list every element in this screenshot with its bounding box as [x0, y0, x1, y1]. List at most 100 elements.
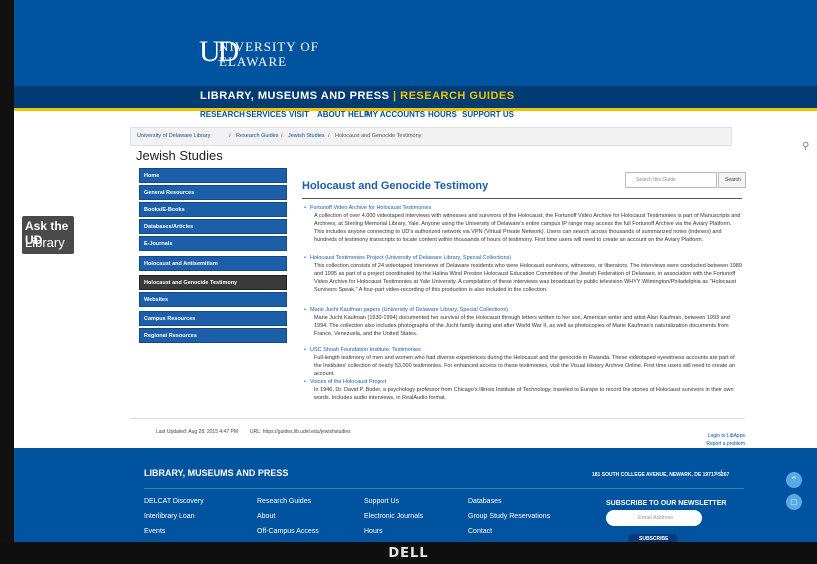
sidebar-item-ejournals[interactable]: E-Journals	[139, 236, 287, 251]
resource-link[interactable]: USC Shoah Foundation Institute: Testimon…	[310, 346, 742, 354]
logo-line1: NIVERSITY OF	[219, 39, 319, 54]
resource-entry: • USC Shoah Foundation Institute: Testim…	[304, 346, 742, 378]
search-icon[interactable]: ⚲	[802, 141, 811, 152]
bullet: •	[304, 255, 306, 261]
footer-link[interactable]: Electronic Journals	[364, 513, 423, 520]
resource-link[interactable]: Voices of the Holocaust Project	[310, 378, 742, 386]
sidebar-item-websites[interactable]: Websites	[139, 292, 287, 307]
footer-link[interactable]: DELCAT Discovery	[144, 498, 204, 505]
resource-description: This collection consists of 24 videotape…	[314, 263, 742, 293]
site-title-main: LIBRARY, MUSEUMS AND PRESS	[200, 90, 390, 102]
sidebar-item-label: Regional Resources	[144, 333, 197, 339]
sidebar-item-label: Home	[144, 173, 160, 179]
sidebar-item-books[interactable]: Books/E-Books	[139, 202, 287, 217]
sidebar-item-campus-resources[interactable]: Campus Resources	[139, 311, 287, 326]
sidebar-item-label: Books/E-Books	[144, 207, 185, 213]
sidebar-item-general-resources[interactable]: General Resources	[139, 185, 287, 200]
sidebar-item-holocaust-antisemitism[interactable]: Holocaust and Antisemitism	[139, 256, 287, 271]
sidebar-item-label: General Resources	[144, 190, 195, 196]
login-libapps-link[interactable]: Login to LibApps	[708, 433, 745, 439]
guide-search-button[interactable]: Search	[718, 172, 746, 188]
content-title: Holocaust and Genocide Testimony	[302, 180, 489, 192]
nav-visit[interactable]: VISIT	[289, 110, 309, 119]
monitor-bezel-left	[0, 0, 14, 564]
footer-address: 181 SOUTH COLLEGE AVENUE, NEWARK, DE 197…	[592, 472, 730, 478]
bullet: •	[304, 379, 306, 385]
guide-url: URL: https://guides.lib.udel.edu/jewishs…	[250, 429, 351, 435]
resource-description: In 1946, Dr. David P. Boder, a psycholog…	[314, 387, 734, 401]
nav-about[interactable]: ABOUT	[317, 110, 345, 119]
nav-services[interactable]: SERVICES	[246, 110, 286, 119]
email-placeholder: Email Address	[638, 515, 674, 521]
footer-link[interactable]: Contact	[468, 528, 492, 535]
back-to-top-icon[interactable]: ⌃	[786, 472, 802, 488]
footer-link[interactable]: About	[257, 513, 275, 520]
footer-link[interactable]: Off-Campus Access	[257, 528, 319, 535]
twitter-icon[interactable]: ●	[714, 470, 718, 477]
newsletter-title: SUBSCRIBE TO OUR NEWSLETTER	[606, 500, 727, 507]
breadcrumb-sep: /	[328, 133, 330, 139]
footer-link[interactable]: Interlibrary Loan	[144, 513, 195, 520]
site-title-bar: LIBRARY, MUSEUMS AND PRESS | RESEARCH GU…	[14, 86, 817, 111]
breadcrumb-research-guides[interactable]: Research Guides	[236, 133, 279, 139]
sidebar-item-label: Holocaust and Genocide Testimony	[144, 280, 238, 286]
footer-link[interactable]: Group Study Reservations	[468, 513, 550, 520]
nav-hours[interactable]: HOURS	[428, 110, 457, 119]
facebook-icon[interactable]: f	[720, 470, 722, 477]
monitor-brand: DELL	[388, 546, 429, 561]
sidebar-item-label: E-Journals	[144, 241, 173, 247]
resource-description: Marie Jucht Kaufman (1930-1994) document…	[314, 315, 730, 337]
library-label: Library	[25, 235, 65, 250]
sidebar-item-label: Websites	[144, 297, 169, 303]
breadcrumb-current: Holocaust and Genocide Testimony	[335, 133, 422, 139]
resource-link[interactable]: Fortunoff Video Archive for Holocaust Te…	[310, 204, 742, 212]
resource-entry: • Holocaust Testimonies Project (Univers…	[304, 254, 742, 294]
university-logo[interactable]: UD NIVERSITY OF ELAWARE	[199, 35, 319, 75]
sidebar-item-label: Holocaust and Antisemitism	[144, 261, 218, 267]
breadcrumb-sep: /	[281, 133, 283, 139]
sidebar-item-regional-resources[interactable]: Regional Resources	[139, 328, 287, 343]
resource-entry: • Voices of the Holocaust Project In 194…	[304, 378, 742, 402]
sidebar-item-databases[interactable]: Databases/Articles	[139, 219, 287, 234]
chat-icon[interactable]: □	[786, 494, 802, 510]
report-problem-link[interactable]: Report a problem	[706, 441, 745, 447]
last-updated: Last Updated: Aug 28, 2015 4:47 PM	[156, 429, 239, 435]
sidebar-item-genocide-testimony[interactable]: Holocaust and Genocide Testimony	[139, 275, 287, 290]
sidebar-item-home[interactable]: Home	[139, 168, 287, 183]
sidebar-item-label: Campus Resources	[144, 316, 196, 322]
breadcrumb-library[interactable]: University of Delaware Library	[137, 133, 210, 139]
breadcrumb-jewish-studies[interactable]: Jewish Studies	[288, 133, 325, 139]
monitor-screen: UD NIVERSITY OF ELAWARE LIBRARY, MUSEUMS…	[14, 0, 817, 542]
nav-support-us[interactable]: SUPPORT US	[462, 110, 514, 119]
footer-link[interactable]: Hours	[364, 528, 383, 535]
resource-description: A collection of over 4,000 videotaped in…	[314, 213, 741, 243]
site-title[interactable]: LIBRARY, MUSEUMS AND PRESS | RESEARCH GU…	[200, 90, 515, 102]
breadcrumb: University of Delaware Library / Researc…	[130, 127, 732, 146]
footer-link[interactable]: Events	[144, 528, 165, 535]
resource-entry: • Marie Jucht Kaufman papers (University…	[304, 306, 742, 338]
content-divider	[302, 198, 742, 199]
footer-link[interactable]: Support Us	[364, 498, 399, 505]
nav-my-accounts[interactable]: MY ACCOUNTS	[366, 110, 425, 119]
footer-link[interactable]: Research Guides	[257, 498, 311, 505]
resource-link[interactable]: Holocaust Testimonies Project (Universit…	[310, 254, 742, 262]
guide-search-placeholder: Search this Guide	[636, 177, 676, 183]
footer-link[interactable]: Databases	[468, 498, 501, 505]
resource-link[interactable]: Marie Jucht Kaufman papers (University o…	[310, 306, 742, 314]
page-meta: Last Updated: Aug 28, 2015 4:47 PM URL: …	[130, 418, 745, 449]
guide-search-input[interactable]: Search this Guide	[625, 172, 717, 188]
logo-line2: ELAWARE	[219, 54, 288, 69]
newsletter-email-input[interactable]: Email Address	[606, 510, 702, 526]
social-icons: ● f	[714, 470, 722, 477]
resource-description: Full-length testimony of men and women w…	[314, 355, 735, 377]
subscribe-button[interactable]: SUBSCRIBE	[628, 534, 678, 542]
bullet: •	[304, 307, 306, 313]
resource-entry: • Fortunoff Video Archive for Holocaust …	[304, 204, 742, 244]
bullet: •	[304, 205, 306, 211]
site-header: UD NIVERSITY OF ELAWARE	[14, 0, 817, 86]
bullet: •	[304, 347, 306, 353]
nav-research[interactable]: RESEARCH	[200, 110, 245, 119]
guide-search-button-label: Search	[725, 177, 741, 183]
ask-library-widget[interactable]: Ask the UD Library	[22, 216, 74, 254]
breadcrumb-sep: /	[229, 133, 231, 139]
